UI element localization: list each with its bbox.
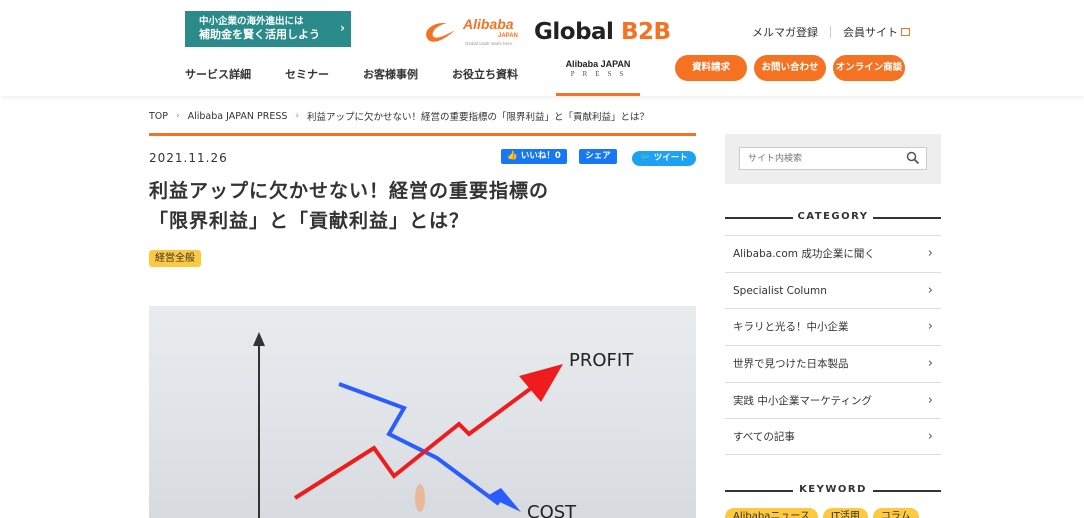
breadcrumb: TOP › Alibaba JAPAN PRESS › 利益アップに欠かせない！…	[149, 109, 650, 124]
main-nav: サービス詳細 セミナー お客様事例 お役立ち資料	[185, 66, 552, 82]
category-heading: CATEGORY	[725, 211, 941, 222]
alibaba-swirl-icon	[426, 22, 455, 42]
category-label: Specialist Column	[733, 284, 827, 297]
category-list: Alibaba.com 成功企業に聞く › Specialist Column › …	[725, 235, 941, 456]
logo-b2b-word: B2B	[620, 19, 671, 45]
logo-alibaba-text: Alibaba	[463, 16, 514, 32]
newsletter-link[interactable]: メルマガ登録	[752, 24, 818, 40]
breadcrumb-top[interactable]: TOP	[149, 111, 168, 122]
article-title: 利益アップに欠かせない！経営の重要指標の 「限界利益」と「貢献利益」とは？	[149, 176, 709, 236]
online-meeting-button[interactable]: オンライン商談	[833, 55, 905, 81]
breadcrumb-current: 利益アップに欠かせない！経営の重要指標の「限界利益」と「貢献利益」とは？	[307, 112, 650, 123]
category-label: 実践 中小企業マーケティング	[733, 394, 872, 407]
external-link-icon	[901, 28, 910, 36]
category-item[interactable]: 世界で見つけた日本製品 ›	[725, 345, 941, 382]
nav-resources[interactable]: お役立ち資料	[452, 66, 518, 82]
twitter-bird-icon: 🐦	[640, 153, 651, 163]
logo-global-text: Global B2B	[534, 19, 671, 45]
category-item[interactable]: 実践 中小企業マーケティング ›	[725, 381, 941, 419]
divider	[149, 133, 696, 136]
category-label: Alibaba.com 成功企業に聞く	[733, 248, 875, 260]
site-search-box	[725, 134, 941, 184]
category-label: すべての記事	[733, 431, 795, 444]
search-icon[interactable]	[906, 151, 920, 165]
article-hero-image: PROFIT COST	[149, 306, 696, 518]
chevron-right-icon: ›	[927, 319, 933, 335]
logo-japan-text: JAPAN	[498, 33, 518, 39]
like-label: いいね！0	[520, 151, 561, 161]
promo-line2: 補助金を賢く活用しよう	[199, 28, 320, 41]
member-site-link[interactable]: 会員サイト	[843, 24, 898, 40]
thumbs-up-icon: 👍	[507, 151, 518, 161]
chevron-right-icon: ›	[927, 392, 933, 408]
site-header: 中小企業の海外進出には 補助金を賢く活用しよう › Alibaba JAPAN …	[0, 0, 1084, 96]
press-line2: PRESS	[570, 70, 632, 78]
facebook-share-button[interactable]: シェア	[579, 149, 617, 164]
profit-cost-chart-illustration: PROFIT COST	[253, 332, 634, 518]
category-item[interactable]: Specialist Column ›	[725, 271, 941, 309]
title-line1: 利益アップに欠かせない！経営の重要指標の	[149, 180, 550, 202]
keyword-tag[interactable]: Alibabaニュース	[725, 508, 818, 518]
title-line2: 「限界利益」と「貢献利益」とは？	[149, 210, 470, 232]
category-tag[interactable]: 経営全般	[149, 250, 201, 267]
nav-case-studies[interactable]: お客様事例	[363, 66, 418, 82]
nav-press[interactable]: Alibaba JAPAN PRESS	[556, 58, 640, 96]
chevron-right-icon: ›	[927, 282, 933, 298]
press-line1: Alibaba JAPAN	[565, 59, 631, 69]
category-item[interactable]: すべての記事 ›	[725, 418, 941, 456]
category-item[interactable]: Alibaba.com 成功企業に聞く ›	[725, 235, 941, 272]
keyword-tag[interactable]: IT活用	[822, 508, 868, 518]
subsidy-promo-banner[interactable]: 中小企業の海外進出には 補助金を賢く活用しよう ›	[185, 11, 351, 47]
top-links: メルマガ登録 会員サイト	[752, 24, 910, 40]
search-input[interactable]	[739, 147, 927, 170]
chevron-right-icon: ›	[176, 111, 180, 121]
divider	[830, 26, 831, 38]
chevron-right-icon: ›	[340, 21, 345, 35]
article-date: 2021.11.26	[149, 151, 228, 165]
chevron-right-icon: ›	[927, 246, 933, 261]
site-logo[interactable]: Alibaba JAPAN Global trade starts here. …	[421, 16, 671, 50]
chevron-right-icon: ›	[927, 356, 933, 372]
category-item[interactable]: キラリと光る！中小企業 ›	[725, 308, 941, 345]
nav-service-details[interactable]: サービス詳細	[185, 66, 251, 82]
logo-global-word: Global	[534, 19, 614, 45]
chevron-right-icon: ›	[927, 429, 933, 445]
cost-label: COST	[527, 502, 577, 518]
tweet-label: ツイート	[653, 153, 688, 163]
keyword-list: Alibabaニュース IT活用 コラム	[725, 508, 924, 518]
category-label: 世界で見つけた日本製品	[733, 358, 849, 371]
request-materials-button[interactable]: 資料請求	[675, 55, 747, 81]
facebook-like-button[interactable]: 👍 いいね！0	[501, 149, 567, 164]
category-label: キラリと光る！中小企業	[733, 321, 849, 334]
contact-button[interactable]: お問い合わせ	[754, 55, 826, 81]
tweet-button[interactable]: 🐦 ツイート	[632, 151, 696, 166]
promo-line1: 中小企業の海外進出には	[199, 16, 304, 27]
chevron-right-icon: ›	[295, 111, 300, 121]
logo-tagline: Global trade starts here.	[465, 41, 514, 46]
keyword-heading: KEYWORD	[725, 484, 941, 495]
breadcrumb-press[interactable]: Alibaba JAPAN PRESS	[188, 111, 288, 122]
profit-label: PROFIT	[569, 350, 634, 371]
keyword-tag[interactable]: コラム	[872, 508, 919, 518]
nav-seminar[interactable]: セミナー	[285, 66, 329, 82]
